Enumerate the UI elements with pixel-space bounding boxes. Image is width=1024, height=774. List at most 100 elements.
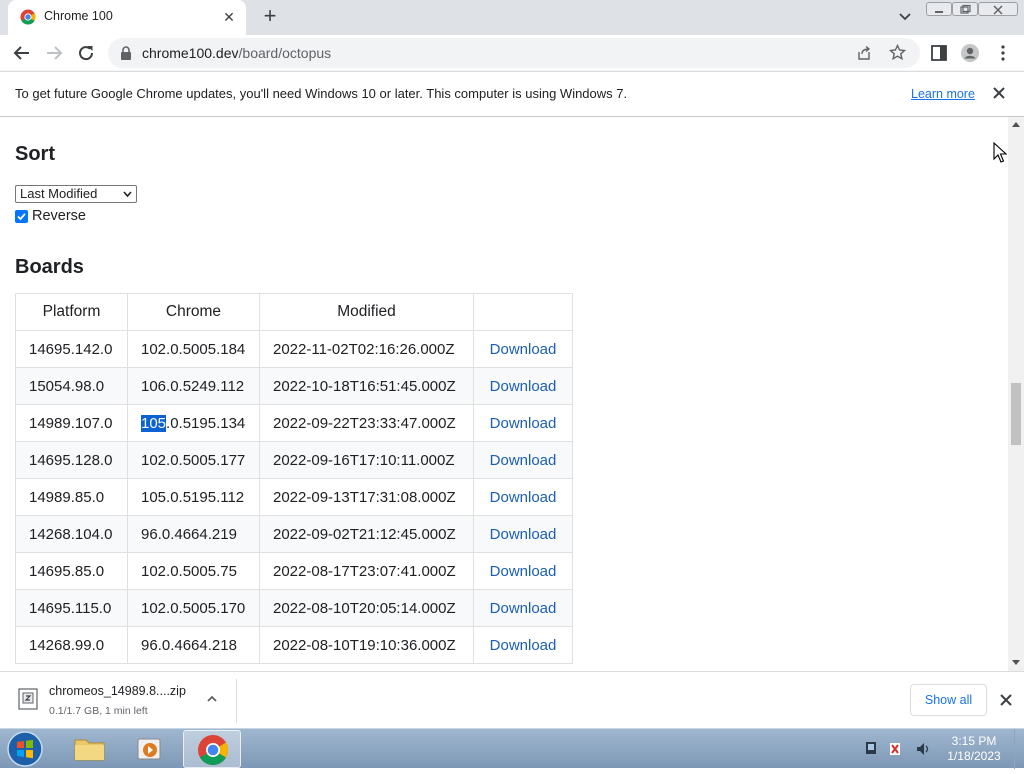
download-link[interactable]: Download	[473, 589, 573, 627]
download-link[interactable]: Download	[473, 330, 573, 368]
show-desktop-button[interactable]	[1014, 729, 1024, 769]
close-window-button[interactable]	[978, 2, 1018, 16]
cell-chrome-version: 102.0.5005.177	[127, 441, 260, 479]
table-row: 15054.98.0 106.0.5249.112 2022-10-18T16:51…	[15, 367, 573, 405]
column-header-platform[interactable]: Platform	[15, 293, 128, 331]
url-text[interactable]: chrome100.dev/board/octopus	[142, 45, 331, 61]
column-header-modified[interactable]: Modified	[259, 293, 474, 331]
clock-time: 3:15 PM	[951, 734, 997, 748]
close-icon	[993, 5, 1003, 15]
chevron-up-icon[interactable]	[205, 692, 219, 706]
cell-platform: 14989.107.0	[15, 404, 128, 442]
cell-modified: 2022-09-13T17:31:08.000Z	[259, 478, 474, 516]
download-shelf-close-icon[interactable]	[998, 692, 1014, 708]
mouse-cursor-icon	[993, 142, 1007, 163]
column-header-chrome[interactable]: Chrome	[127, 293, 260, 331]
tab-title: Chrome 100	[44, 9, 113, 23]
table-row: 14268.104.0 96.0.4664.219 2022-09-02T21:12…	[15, 515, 573, 553]
cell-modified: 2022-08-10T20:05:14.000Z	[259, 589, 474, 627]
menu-kebab-icon[interactable]	[992, 42, 1014, 64]
scroll-thumb[interactable]	[1011, 383, 1021, 445]
media-player-icon	[137, 738, 161, 760]
cell-chrome-version: 102.0.5005.75	[127, 552, 260, 590]
cell-platform: 14695.142.0	[15, 330, 128, 368]
cell-modified: 2022-10-18T16:51:45.000Z	[259, 367, 474, 405]
minimize-icon	[935, 11, 943, 13]
cell-modified: 2022-09-22T23:33:47.000Z	[259, 404, 474, 442]
cell-chrome-version: 105.0.5195.112	[127, 478, 260, 516]
cell-modified: 2022-09-02T21:12:45.000Z	[259, 515, 474, 553]
reload-icon[interactable]	[75, 42, 97, 64]
page-content: Sort Last Modified Reverse Boards Platfo…	[0, 117, 1008, 671]
download-divider	[236, 679, 237, 723]
profile-avatar-icon[interactable]	[959, 42, 981, 64]
table-row: 14989.107.0 105.0.5195.134 2022-09-22T23:3…	[15, 404, 573, 442]
address-bar[interactable]: chrome100.dev/board/octopus	[108, 38, 920, 68]
restore-icon	[960, 4, 971, 14]
show-all-button[interactable]: Show all	[910, 684, 987, 716]
sort-select[interactable]: Last Modified	[15, 185, 137, 203]
cell-platform: 14989.85.0	[15, 478, 128, 516]
scroll-up-arrow-icon[interactable]	[1012, 122, 1020, 127]
cell-platform: 14695.128.0	[15, 441, 128, 479]
clock-date: 1/18/2023	[947, 749, 1001, 763]
cell-chrome-version: 102.0.5005.170	[127, 589, 260, 627]
new-tab-icon[interactable]: +	[258, 5, 282, 29]
taskbar-media-player[interactable]	[121, 730, 179, 768]
table-header-row: Platform Chrome Modified	[15, 293, 573, 331]
cell-chrome-version: 102.0.5005.184	[127, 330, 260, 368]
table-row: 14695.142.0 102.0.5005.184 2022-11-02T02:1…	[15, 330, 573, 368]
sort-selected-value: Last Modified	[20, 186, 98, 201]
tab-search-chevron-icon[interactable]	[896, 8, 914, 26]
chrome-icon	[198, 735, 229, 766]
boards-heading: Boards	[15, 256, 84, 278]
checkmark-icon	[17, 213, 26, 221]
tab-strip: Chrome 100 ✕ +	[0, 0, 1024, 35]
folder-icon	[74, 739, 105, 761]
windows-start-icon[interactable]	[5, 730, 45, 768]
taskbar-chrome[interactable]	[183, 730, 241, 768]
download-link[interactable]: Download	[473, 367, 573, 405]
download-filename[interactable]: chromeos_14989.8....zip	[49, 684, 186, 698]
url-host: chrome100.dev	[142, 45, 239, 61]
download-link[interactable]: Download	[473, 404, 573, 442]
table-row: 14695.85.0 102.0.5005.75 2022-08-17T23:07:…	[15, 552, 573, 590]
system-tray-icons[interactable]	[862, 739, 942, 759]
download-link[interactable]: Download	[473, 515, 573, 553]
download-shelf: chromeos_14989.8....zip 0.1/1.7 GB, 1 mi…	[0, 671, 1024, 728]
restore-window-button[interactable]	[952, 2, 978, 16]
zip-file-icon	[18, 688, 38, 710]
bookmark-star-icon[interactable]	[889, 44, 906, 61]
infobar-close-icon[interactable]	[990, 84, 1008, 102]
download-link[interactable]: Download	[473, 441, 573, 479]
taskbar-clock[interactable]: 3:15 PM 1/18/2023	[944, 734, 1004, 764]
page-scrollbar[interactable]	[1008, 117, 1024, 671]
back-arrow-icon[interactable]	[11, 42, 33, 64]
cell-chrome-version: 96.0.4664.218	[127, 626, 260, 664]
select-chevron-icon	[123, 191, 132, 198]
cell-platform: 15054.98.0	[15, 367, 128, 405]
windows-taskbar: 3:15 PM 1/18/2023	[0, 728, 1024, 769]
download-link[interactable]: Download	[473, 552, 573, 590]
download-link[interactable]: Download	[473, 626, 573, 664]
tab-chrome-100[interactable]: Chrome 100 ✕	[8, 0, 246, 35]
scroll-down-arrow-icon[interactable]	[1012, 660, 1020, 665]
download-link[interactable]: Download	[473, 478, 573, 516]
cell-platform: 14268.99.0	[15, 626, 128, 664]
selected-text-highlight: 105	[141, 414, 167, 432]
forward-arrow-icon[interactable]	[43, 42, 65, 64]
learn-more-link[interactable]: Learn more	[911, 87, 975, 101]
browser-toolbar: chrome100.dev/board/octopus	[0, 35, 1024, 71]
share-icon[interactable]	[856, 45, 872, 61]
taskbar-explorer[interactable]	[60, 730, 118, 768]
minimize-window-button[interactable]	[926, 2, 952, 16]
cell-chrome-version: 106.0.5249.112	[127, 367, 260, 405]
reverse-checkbox[interactable]	[15, 210, 28, 223]
lock-icon[interactable]	[120, 46, 132, 60]
chrome-favicon-icon	[20, 9, 36, 25]
sort-heading: Sort	[15, 143, 55, 165]
tab-close-icon[interactable]: ✕	[220, 8, 238, 26]
version-remainder: .0.5195.134	[166, 414, 246, 432]
column-header-download	[473, 293, 573, 331]
side-panel-icon[interactable]	[928, 42, 950, 64]
